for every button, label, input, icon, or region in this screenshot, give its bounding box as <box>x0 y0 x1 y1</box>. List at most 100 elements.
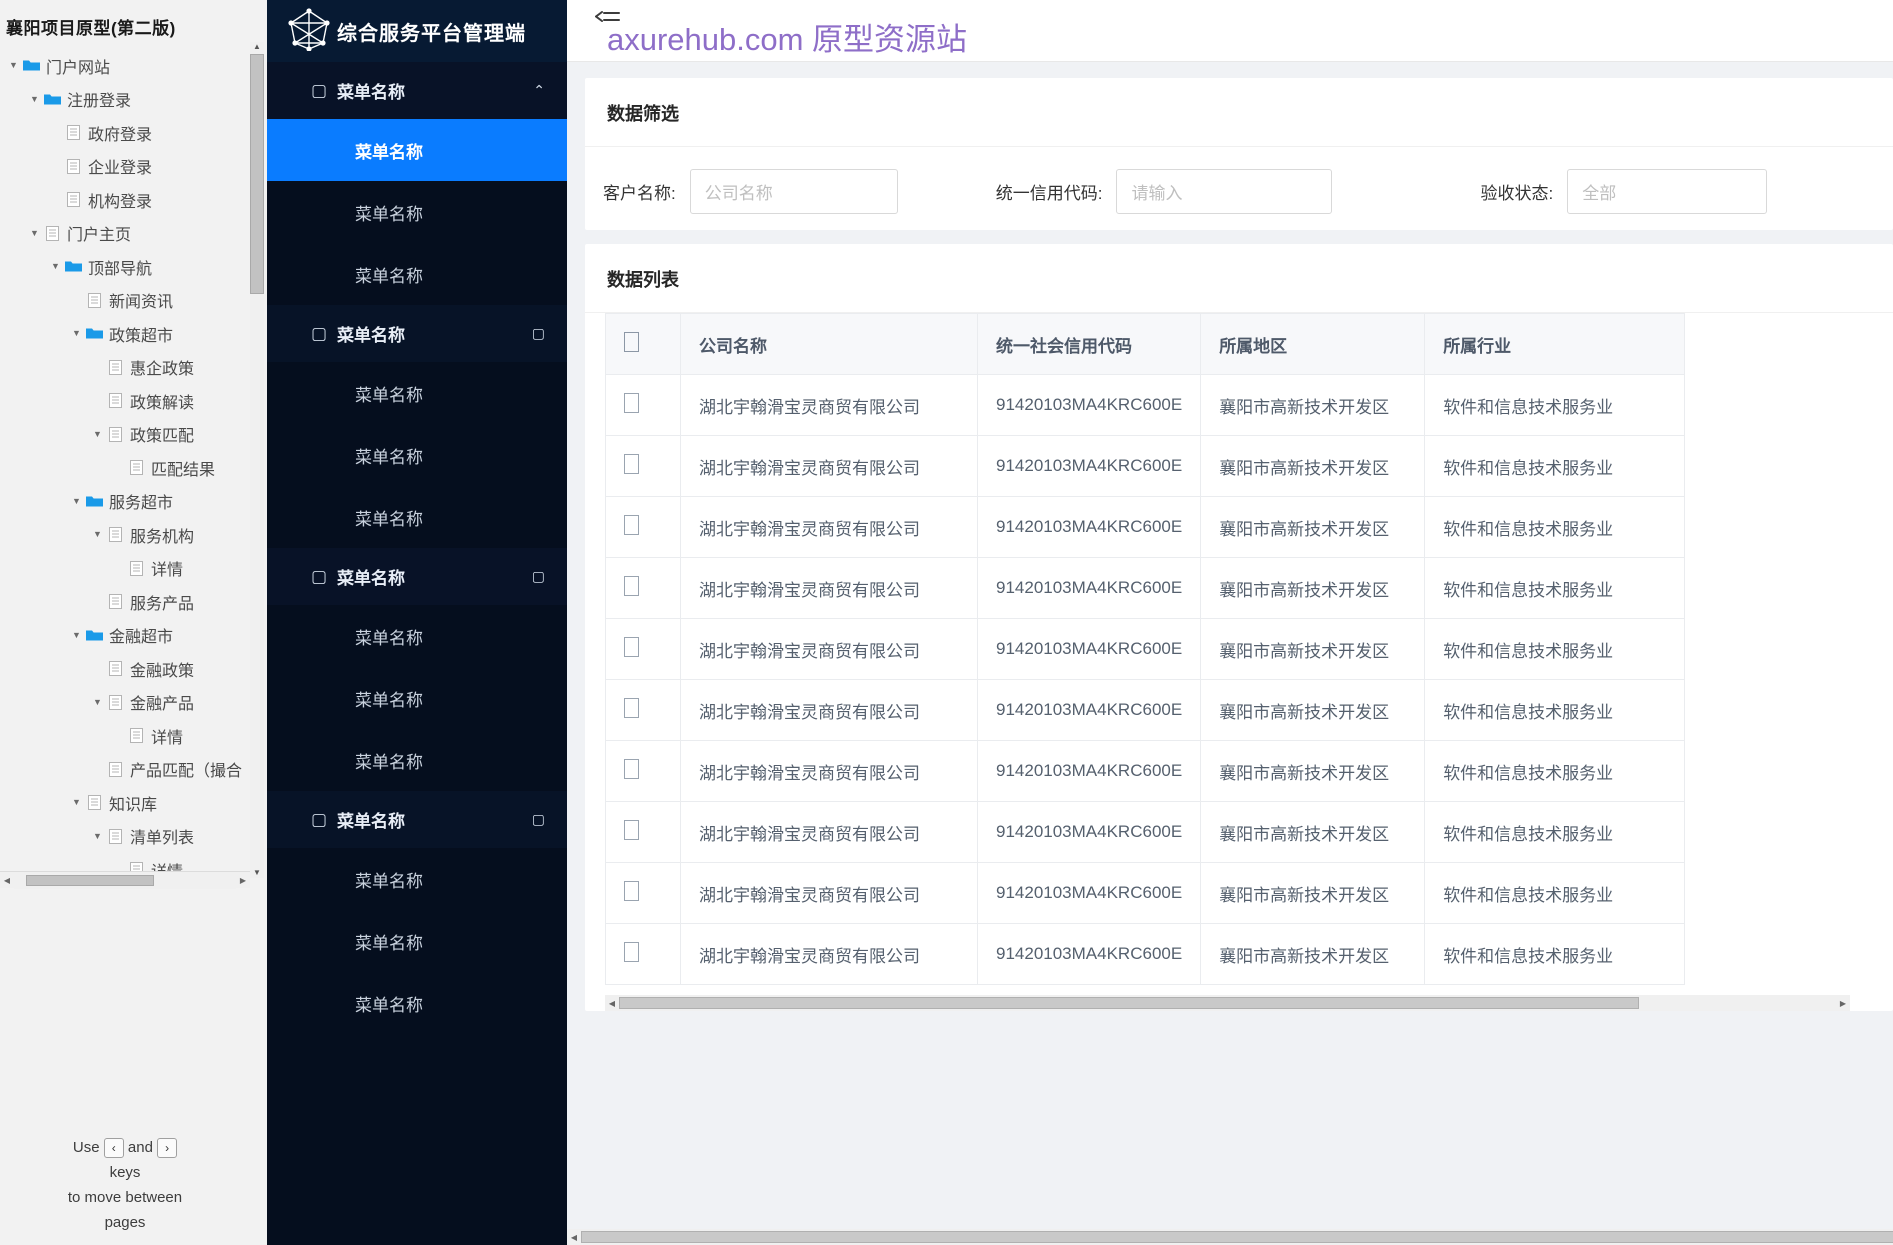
tree-expand-arrow-icon[interactable]: ▼ <box>90 831 105 841</box>
table-row[interactable]: 湖北宇翰滑宝灵商贸有限公司 91420103MA4KRC600E 襄阳市高新技术开发… <box>605 679 1686 741</box>
table-row[interactable]: 湖北宇翰滑宝灵商贸有限公司 91420103MA4KRC600E 襄阳市高新技术开发… <box>605 923 1686 985</box>
checkbox-icon[interactable] <box>624 941 639 962</box>
nav-item[interactable]: 菜单名称 <box>267 848 567 910</box>
table-row[interactable]: 湖北宇翰滑宝灵商贸有限公司 91420103MA4KRC600E 襄阳市高新技术开发… <box>605 801 1686 863</box>
tree-expand-arrow-icon[interactable]: ▼ <box>27 228 42 238</box>
sitemap-node[interactable]: 详情 <box>0 552 267 586</box>
nav-item[interactable]: 菜单名称 <box>267 486 567 548</box>
nav-item[interactable]: 菜单名称 <box>267 362 567 424</box>
next-page-key-icon[interactable]: › <box>157 1138 178 1159</box>
nav-group-header[interactable]: ▢ 菜单名称 ⌃ <box>267 62 567 119</box>
row-checkbox[interactable] <box>605 618 681 680</box>
prev-page-key-icon[interactable]: ‹ <box>103 1138 124 1159</box>
table-row[interactable]: 湖北宇翰滑宝灵商贸有限公司 91420103MA4KRC600E 襄阳市高新技术开发… <box>605 557 1686 619</box>
row-checkbox[interactable] <box>605 496 681 558</box>
sitemap-node[interactable]: 新闻资讯 <box>0 284 267 318</box>
table-scroll-left-arrow-icon[interactable]: ◀ <box>605 999 619 1008</box>
tree-expand-arrow-icon[interactable]: ▼ <box>69 496 84 506</box>
nav-group-header[interactable]: ▢ 菜单名称 ▢ <box>267 548 567 605</box>
sitemap-node[interactable]: ▼ 注册登录 <box>0 83 267 117</box>
sitemap-horizontal-scrollbar[interactable]: ◀ ▶ <box>0 871 250 889</box>
chevron-up-icon[interactable]: ⌃ <box>533 82 545 99</box>
nav-item[interactable]: 菜单名称 <box>267 667 567 729</box>
scroll-left-arrow-icon[interactable]: ◀ <box>0 876 14 885</box>
nav-group-header[interactable]: ▢ 菜单名称 ▢ <box>267 305 567 362</box>
nav-item[interactable]: 菜单名称 <box>267 424 567 486</box>
row-checkbox[interactable] <box>605 374 681 436</box>
table-row[interactable]: 湖北宇翰滑宝灵商贸有限公司 91420103MA4KRC600E 襄阳市高新技术开发… <box>605 862 1686 924</box>
checkbox-icon[interactable] <box>624 758 639 779</box>
table-row[interactable]: 湖北宇翰滑宝灵商贸有限公司 91420103MA4KRC600E 襄阳市高新技术开发… <box>605 374 1686 436</box>
checkbox-icon[interactable] <box>624 819 639 840</box>
tree-expand-arrow-icon[interactable]: ▼ <box>48 262 63 271</box>
nav-item[interactable]: 菜单名称 <box>267 243 567 305</box>
row-checkbox[interactable] <box>605 435 681 497</box>
scroll-down-arrow-icon[interactable]: ▼ <box>250 866 264 880</box>
checkbox-icon[interactable] <box>624 453 639 474</box>
table-scroll-right-arrow-icon[interactable]: ▶ <box>1836 999 1850 1008</box>
nav-item-active[interactable]: 菜单名称 <box>267 119 567 181</box>
row-checkbox[interactable] <box>605 923 681 985</box>
checkbox-icon[interactable] <box>624 636 639 657</box>
tree-expand-arrow-icon[interactable]: ▼ <box>69 329 84 338</box>
nav-item[interactable]: 菜单名称 <box>267 605 567 667</box>
checkbox-icon[interactable] <box>624 697 639 718</box>
page-hscroll-trough[interactable] <box>581 1229 1893 1245</box>
checkbox-icon[interactable] <box>624 514 639 535</box>
tree-expand-arrow-icon[interactable]: ▼ <box>90 530 105 539</box>
sitemap-node[interactable]: 政策解读 <box>0 384 267 418</box>
sitemap-node[interactable]: ▼ 政策匹配 <box>0 418 267 452</box>
menu-fold-icon[interactable] <box>594 8 621 30</box>
nav-item[interactable]: 菜单名称 <box>267 910 567 972</box>
page-scroll-left-arrow-icon[interactable]: ◀ <box>567 1233 581 1242</box>
chevron-down-icon[interactable]: ▢ <box>532 811 545 828</box>
checkbox-icon[interactable] <box>624 331 639 352</box>
checkbox-icon[interactable] <box>624 880 639 901</box>
table-row[interactable]: 湖北宇翰滑宝灵商贸有限公司 91420103MA4KRC600E 襄阳市高新技术开发… <box>605 618 1686 680</box>
sitemap-vscroll-thumb[interactable] <box>250 54 264 294</box>
tree-expand-arrow-icon[interactable]: ▼ <box>90 429 105 439</box>
sitemap-node[interactable]: ▼ 门户网站 <box>0 49 267 83</box>
scroll-right-arrow-icon[interactable]: ▶ <box>236 876 250 885</box>
row-checkbox[interactable] <box>605 557 681 619</box>
sitemap-node[interactable]: 服务产品 <box>0 585 267 619</box>
page-horizontal-scrollbar[interactable]: ◀ ▶ <box>567 1229 1893 1245</box>
scroll-up-arrow-icon[interactable]: ▲ <box>250 40 264 54</box>
sitemap-node[interactable]: 匹配结果 <box>0 451 267 485</box>
checkbox-icon[interactable] <box>624 575 639 596</box>
sitemap-node[interactable]: ▼ 知识库 <box>0 786 267 820</box>
sitemap-node[interactable]: ▼ 金融超市 <box>0 619 267 653</box>
sitemap-node[interactable]: ▼ 清单列表 <box>0 820 267 854</box>
chevron-down-icon[interactable]: ▢ <box>532 325 545 342</box>
acceptance-status-select[interactable]: 全部 <box>1567 169 1768 214</box>
sitemap-node[interactable]: 机构登录 <box>0 183 267 217</box>
sitemap-node[interactable]: 产品匹配（撮合 <box>0 753 267 787</box>
row-checkbox[interactable] <box>605 801 681 863</box>
nav-group-header[interactable]: ▢ 菜单名称 ▢ <box>267 791 567 848</box>
tree-expand-arrow-icon[interactable]: ▼ <box>6 61 21 70</box>
sitemap-node[interactable]: ▼ 政策超市 <box>0 317 267 351</box>
sitemap-node[interactable]: 惠企政策 <box>0 351 267 385</box>
checkbox-icon[interactable] <box>624 392 639 413</box>
table-hscroll-trough[interactable] <box>619 995 1836 1011</box>
sitemap-node[interactable]: ▼ 顶部导航 <box>0 250 267 284</box>
row-checkbox[interactable] <box>605 740 681 802</box>
tree-expand-arrow-icon[interactable]: ▼ <box>69 798 84 807</box>
select-all-checkbox[interactable] <box>605 313 681 375</box>
tree-expand-arrow-icon[interactable]: ▼ <box>69 630 84 640</box>
customer-name-input[interactable]: 公司名称 <box>689 169 898 214</box>
row-checkbox[interactable] <box>605 679 681 741</box>
sitemap-hscroll-trough[interactable] <box>14 871 236 889</box>
sitemap-hscroll-thumb[interactable] <box>26 874 154 886</box>
page-hscroll-thumb[interactable] <box>581 1231 1893 1243</box>
table-hscroll-thumb[interactable] <box>619 997 1639 1009</box>
sitemap-node[interactable]: 企业登录 <box>0 150 267 184</box>
table-horizontal-scrollbar[interactable]: ◀ ▶ <box>605 995 1850 1011</box>
table-row[interactable]: 湖北宇翰滑宝灵商贸有限公司 91420103MA4KRC600E 襄阳市高新技术开发… <box>605 435 1686 497</box>
sitemap-node[interactable]: 政府登录 <box>0 116 267 150</box>
credit-code-input[interactable]: 请输入 <box>1116 169 1333 214</box>
sitemap-node[interactable]: 详情 <box>0 719 267 753</box>
sitemap-node[interactable]: ▼ 服务超市 <box>0 485 267 519</box>
tree-expand-arrow-icon[interactable]: ▼ <box>90 697 105 707</box>
sitemap-node[interactable]: ▼ 服务机构 <box>0 518 267 552</box>
